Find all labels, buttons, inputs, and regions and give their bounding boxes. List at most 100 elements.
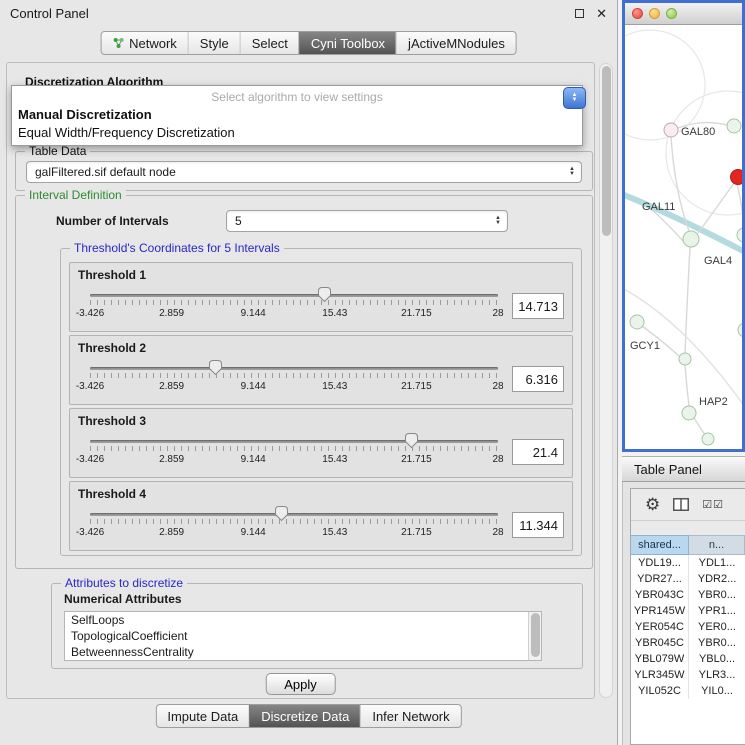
- table-row[interactable]: YBL079WYBL0...: [631, 651, 745, 667]
- node-hap2[interactable]: [682, 406, 696, 420]
- tab-infer-network[interactable]: Infer Network: [360, 705, 460, 727]
- right-column: GAL80 GAL11 GAL4 GCY1 HAP2 Table Panel ⚙…: [622, 0, 745, 745]
- axis-label: 15.43: [322, 381, 347, 392]
- slider-track[interactable]: [90, 294, 498, 297]
- network-canvas[interactable]: GAL80 GAL11 GAL4 GCY1 HAP2: [625, 25, 742, 449]
- node-gcy1[interactable]: [630, 315, 644, 329]
- slider-track[interactable]: [90, 440, 498, 443]
- titlebar-controls: ✕: [575, 7, 607, 20]
- table-cell: YER054C: [631, 619, 689, 635]
- threshold-value-field[interactable]: 14.713: [512, 293, 564, 319]
- table-row[interactable]: YPR145WYPR1...: [631, 603, 745, 619]
- network-view-window: GAL80 GAL11 GAL4 GCY1 HAP2: [622, 0, 745, 452]
- control-panel-scrollbar[interactable]: [599, 63, 613, 698]
- list-item[interactable]: TopologicalCoefficient: [65, 628, 541, 644]
- slider-track[interactable]: [90, 367, 498, 370]
- axis-label: 15.43: [322, 527, 347, 538]
- number-of-intervals-combobox[interactable]: 5 ▲▼: [226, 210, 508, 232]
- table-panel-titlebar: Table Panel: [622, 456, 745, 482]
- threshold-slider[interactable]: -3.426 2.859 9.144 15.43 21.715 28: [90, 357, 498, 401]
- axis-label: 15.43: [322, 308, 347, 319]
- algorithm-option-equal-width[interactable]: Equal Width/Frequency Discretization: [12, 124, 582, 142]
- threshold-label: Threshold 2: [78, 341, 564, 355]
- scrollbar-thumb[interactable]: [602, 66, 611, 236]
- tab-impute-data[interactable]: Impute Data: [156, 705, 249, 727]
- node[interactable]: [727, 119, 741, 133]
- tab-discretize-data[interactable]: Discretize Data: [249, 705, 360, 727]
- table-row[interactable]: YDL19...YDL1...: [631, 555, 745, 571]
- tab-label: Network: [129, 36, 177, 51]
- list-item[interactable]: BetweennessCentrality: [65, 644, 541, 660]
- scrollbar-thumb[interactable]: [531, 613, 540, 657]
- column-header-name[interactable]: n...: [689, 535, 745, 555]
- algorithm-option-manual[interactable]: Manual Discretization: [12, 106, 582, 124]
- axis-label: 21.715: [401, 527, 432, 538]
- network-graph: GAL80 GAL11 GAL4 GCY1 HAP2: [625, 25, 742, 449]
- slider-ticks: [90, 300, 498, 305]
- node-gal4[interactable]: [683, 231, 699, 247]
- columns-icon[interactable]: [673, 498, 689, 511]
- table-panel-body: ⚙ ☑☑ shared... n... YDL19...YDL1... YDR2…: [622, 482, 745, 745]
- tab-select[interactable]: Select: [240, 32, 299, 54]
- tab-style[interactable]: Style: [188, 32, 240, 54]
- table-cell: YDR27...: [631, 571, 689, 587]
- threshold-value-field[interactable]: 21.4: [512, 439, 564, 465]
- table-row[interactable]: YBR045CYBR0...: [631, 635, 745, 651]
- tab-jactivemnodules[interactable]: jActiveMNodules: [396, 32, 516, 54]
- table-row[interactable]: YER054CYER0...: [631, 619, 745, 635]
- threshold-value-field[interactable]: 11.344: [512, 512, 564, 538]
- number-of-intervals-label: Number of Intervals: [56, 214, 169, 228]
- axis-label: 28: [492, 381, 503, 392]
- list-item[interactable]: SelfLoops: [65, 612, 541, 628]
- screen: Control Panel ✕ Network Style Select Cyn…: [0, 0, 745, 745]
- node[interactable]: [737, 228, 742, 242]
- node[interactable]: [738, 323, 742, 337]
- close-traffic-light-icon[interactable]: [632, 8, 643, 19]
- node-selected-red[interactable]: [731, 170, 743, 185]
- table-row[interactable]: YIL052CYIL0...: [631, 683, 745, 699]
- table-row[interactable]: YBR043CYBR0...: [631, 587, 745, 603]
- numerical-attributes-label: Numerical Attributes: [64, 592, 182, 606]
- node-label: GAL11: [642, 201, 675, 213]
- node-gal80[interactable]: [664, 123, 678, 137]
- network-icon: [112, 37, 124, 49]
- tab-label: Select: [252, 36, 288, 51]
- axis-label: 21.715: [401, 381, 432, 392]
- float-window-icon[interactable]: [575, 9, 584, 18]
- table-row[interactable]: YLR345WYLR3...: [631, 667, 745, 683]
- threshold-slider[interactable]: -3.426 2.859 9.144 15.43 21.715 28: [90, 284, 498, 328]
- threshold-value-field[interactable]: 6.316: [512, 366, 564, 392]
- node-label: GAL80: [681, 126, 715, 138]
- column-header-shared-name[interactable]: shared...: [631, 535, 689, 555]
- table-data-combobox[interactable]: galFiltered.sif default node ▲▼: [26, 161, 582, 183]
- zoom-traffic-light-icon[interactable]: [666, 8, 677, 19]
- close-icon[interactable]: ✕: [596, 7, 607, 20]
- tab-network[interactable]: Network: [101, 32, 188, 54]
- threshold-slider[interactable]: -3.426 2.859 9.144 15.43 21.715 28: [90, 430, 498, 474]
- apply-button[interactable]: Apply: [265, 673, 336, 695]
- tab-cyni-toolbox[interactable]: Cyni Toolbox: [299, 32, 396, 54]
- table-row[interactable]: YDR27...YDR2...: [631, 571, 745, 587]
- node[interactable]: [702, 433, 714, 445]
- axis-label: -3.426: [76, 381, 104, 392]
- axis-label: 9.144: [241, 308, 266, 319]
- table-cell: YLR345W: [631, 667, 689, 683]
- bottom-tab-bar: Impute Data Discretize Data Infer Networ…: [155, 704, 461, 728]
- axis-label: 2.859: [159, 527, 184, 538]
- combo-stepper-icon[interactable]: ▲▼: [563, 162, 581, 182]
- threshold-panel: Threshold 2 -3.426 2.859 9.144 15.43 21.…: [69, 335, 573, 405]
- axis-label: 9.144: [241, 527, 266, 538]
- algorithm-combo-button[interactable]: ▲▼: [563, 87, 586, 109]
- list-scrollbar[interactable]: [528, 612, 541, 660]
- gear-icon[interactable]: ⚙: [645, 496, 660, 513]
- combo-stepper-icon[interactable]: ▲▼: [489, 211, 507, 231]
- slider-track[interactable]: [90, 513, 498, 516]
- axis-label: 21.715: [401, 308, 432, 319]
- node[interactable]: [679, 353, 691, 365]
- table-cell: YER0...: [689, 619, 745, 635]
- tab-label: Cyni Toolbox: [311, 36, 385, 51]
- select-columns-icon[interactable]: ☑☑: [702, 498, 724, 511]
- table-cell: YPR1...: [689, 603, 745, 619]
- minimize-traffic-light-icon[interactable]: [649, 8, 660, 19]
- threshold-slider[interactable]: -3.426 2.859 9.144 15.43 21.715 28: [90, 503, 498, 547]
